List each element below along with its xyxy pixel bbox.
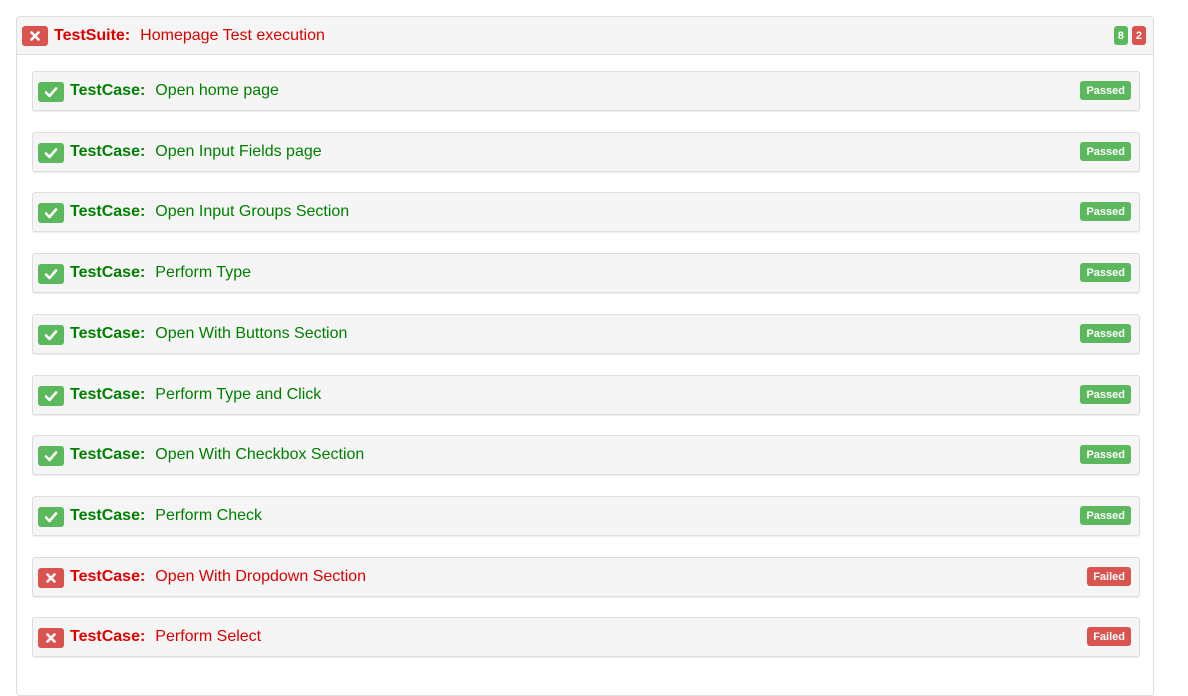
case-keyword: TestCase: (70, 264, 146, 281)
case-keyword: TestCase: (70, 628, 146, 645)
status-badge: Passed (1080, 445, 1131, 464)
case-name: Open Input Fields page (155, 143, 322, 160)
case-keyword: TestCase: (70, 143, 146, 160)
case-name: Perform Type (155, 264, 252, 281)
check-icon (38, 82, 64, 102)
cross-icon (22, 25, 48, 46)
cross-icon (38, 568, 64, 588)
test-case-row[interactable]: TestCase: Perform Select Failed (32, 617, 1140, 657)
check-icon (38, 264, 64, 284)
case-name: Open With Buttons Section (155, 325, 348, 342)
case-keyword: TestCase: (70, 446, 146, 463)
suite-counts: 8 2 (1113, 26, 1146, 45)
case-name: Perform Select (155, 628, 262, 645)
status-badge: Passed (1080, 202, 1131, 221)
case-keyword: TestCase: (70, 386, 146, 403)
status-badge: Passed (1080, 263, 1131, 282)
test-case-row[interactable]: TestCase: Open home page Passed (32, 71, 1140, 111)
test-case-row[interactable]: TestCase: Perform Type Passed (32, 253, 1140, 293)
test-case-row[interactable]: TestCase: Open Input Fields page Passed (32, 132, 1140, 172)
failed-count-badge: 2 (1131, 26, 1146, 45)
cross-icon (38, 628, 64, 648)
case-name: Open With Checkbox Section (155, 446, 365, 463)
check-icon (38, 203, 64, 223)
case-name: Perform Check (155, 507, 262, 524)
case-name: Open home page (155, 82, 279, 99)
test-case-row[interactable]: TestCase: Perform Check Passed (32, 496, 1140, 536)
check-icon (38, 386, 64, 406)
status-badge: Passed (1080, 324, 1131, 343)
test-case-row[interactable]: TestCase: Open With Dropdown Section Faile… (32, 557, 1140, 597)
case-keyword: TestCase: (70, 82, 146, 99)
case-keyword: TestCase: (70, 325, 146, 342)
test-case-row[interactable]: TestCase: Open With Buttons Section Passed (32, 314, 1140, 354)
test-case-row[interactable]: TestCase: Open With Checkbox Section Passe… (32, 435, 1140, 475)
case-name: Open With Dropdown Section (155, 568, 367, 585)
case-keyword: TestCase: (70, 568, 146, 585)
status-badge: Passed (1080, 81, 1131, 100)
case-keyword: TestCase: (70, 507, 146, 524)
status-badge: Passed (1080, 142, 1131, 161)
check-icon (38, 143, 64, 163)
suite-name: Homepage Test execution (140, 26, 325, 44)
check-icon (38, 446, 64, 466)
status-badge: Failed (1087, 567, 1131, 586)
test-suite-header[interactable]: TestSuite: Homepage Test execution 8 2 (17, 17, 1153, 55)
status-badge: Failed (1087, 627, 1131, 646)
suite-keyword: TestSuite: (54, 26, 131, 44)
test-suite-panel: TestSuite: Homepage Test execution 8 2 T… (16, 16, 1154, 696)
status-badge: Passed (1080, 385, 1131, 404)
check-icon (38, 325, 64, 345)
status-badge: Passed (1080, 506, 1131, 525)
test-case-row[interactable]: TestCase: Open Input Groups Section Passed (32, 192, 1140, 232)
check-icon (38, 507, 64, 527)
passed-count-badge: 8 (1113, 26, 1128, 45)
case-name: Perform Type and Click (155, 386, 322, 403)
case-keyword: TestCase: (70, 203, 146, 220)
case-name: Open Input Groups Section (155, 203, 350, 220)
test-case-row[interactable]: TestCase: Perform Type and Click Passed (32, 375, 1140, 415)
